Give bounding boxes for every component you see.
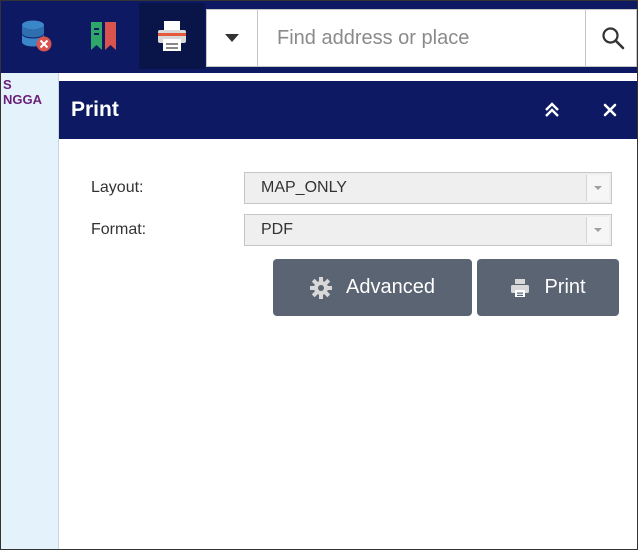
printer-icon <box>511 278 530 297</box>
gear-icon <box>310 276 333 299</box>
chevron-down-icon <box>586 217 609 243</box>
double-chevron-up-icon <box>545 102 559 117</box>
format-select-value: PDF <box>261 221 293 238</box>
database-remove-icon <box>22 20 52 52</box>
top-toolbar <box>1 1 637 73</box>
printer-icon <box>158 21 186 51</box>
search-button[interactable] <box>585 10 637 66</box>
search-box <box>206 9 637 67</box>
panel-title: Print <box>71 98 119 121</box>
print-tool-button[interactable] <box>139 3 205 69</box>
print-button[interactable]: Print <box>477 259 619 316</box>
format-select[interactable]: PDF <box>244 214 612 246</box>
search-input[interactable] <box>277 10 577 66</box>
layout-select-value: MAP_ONLY <box>261 179 347 196</box>
panel-header: Print <box>59 81 637 139</box>
app-frame: S NGGA Print Layout: MAP_ONLY <box>0 0 638 550</box>
print-button-label: Print <box>544 276 586 298</box>
collapse-panel-button[interactable] <box>536 94 568 126</box>
layout-label: Layout: <box>91 179 144 196</box>
layout-select[interactable]: MAP_ONLY <box>244 172 612 204</box>
map-view[interactable]: S NGGA <box>1 73 59 549</box>
bookmark-button[interactable] <box>71 3 137 69</box>
search-icon <box>601 27 624 50</box>
chevron-down-icon <box>586 175 609 201</box>
print-panel: Print Layout: MAP_ONLY Format: PDF Advan… <box>59 81 637 549</box>
close-icon <box>603 103 617 117</box>
caret-down-icon <box>225 34 239 42</box>
advanced-button-label: Advanced <box>346 276 435 298</box>
map-place-label: S NGGA <box>3 77 42 107</box>
format-label: Format: <box>91 221 147 238</box>
layer-list-button[interactable] <box>3 3 69 69</box>
close-panel-button[interactable] <box>594 94 626 126</box>
bookmark-icon <box>91 22 116 50</box>
advanced-button[interactable]: Advanced <box>273 259 472 316</box>
search-source-dropdown[interactable] <box>207 10 258 66</box>
